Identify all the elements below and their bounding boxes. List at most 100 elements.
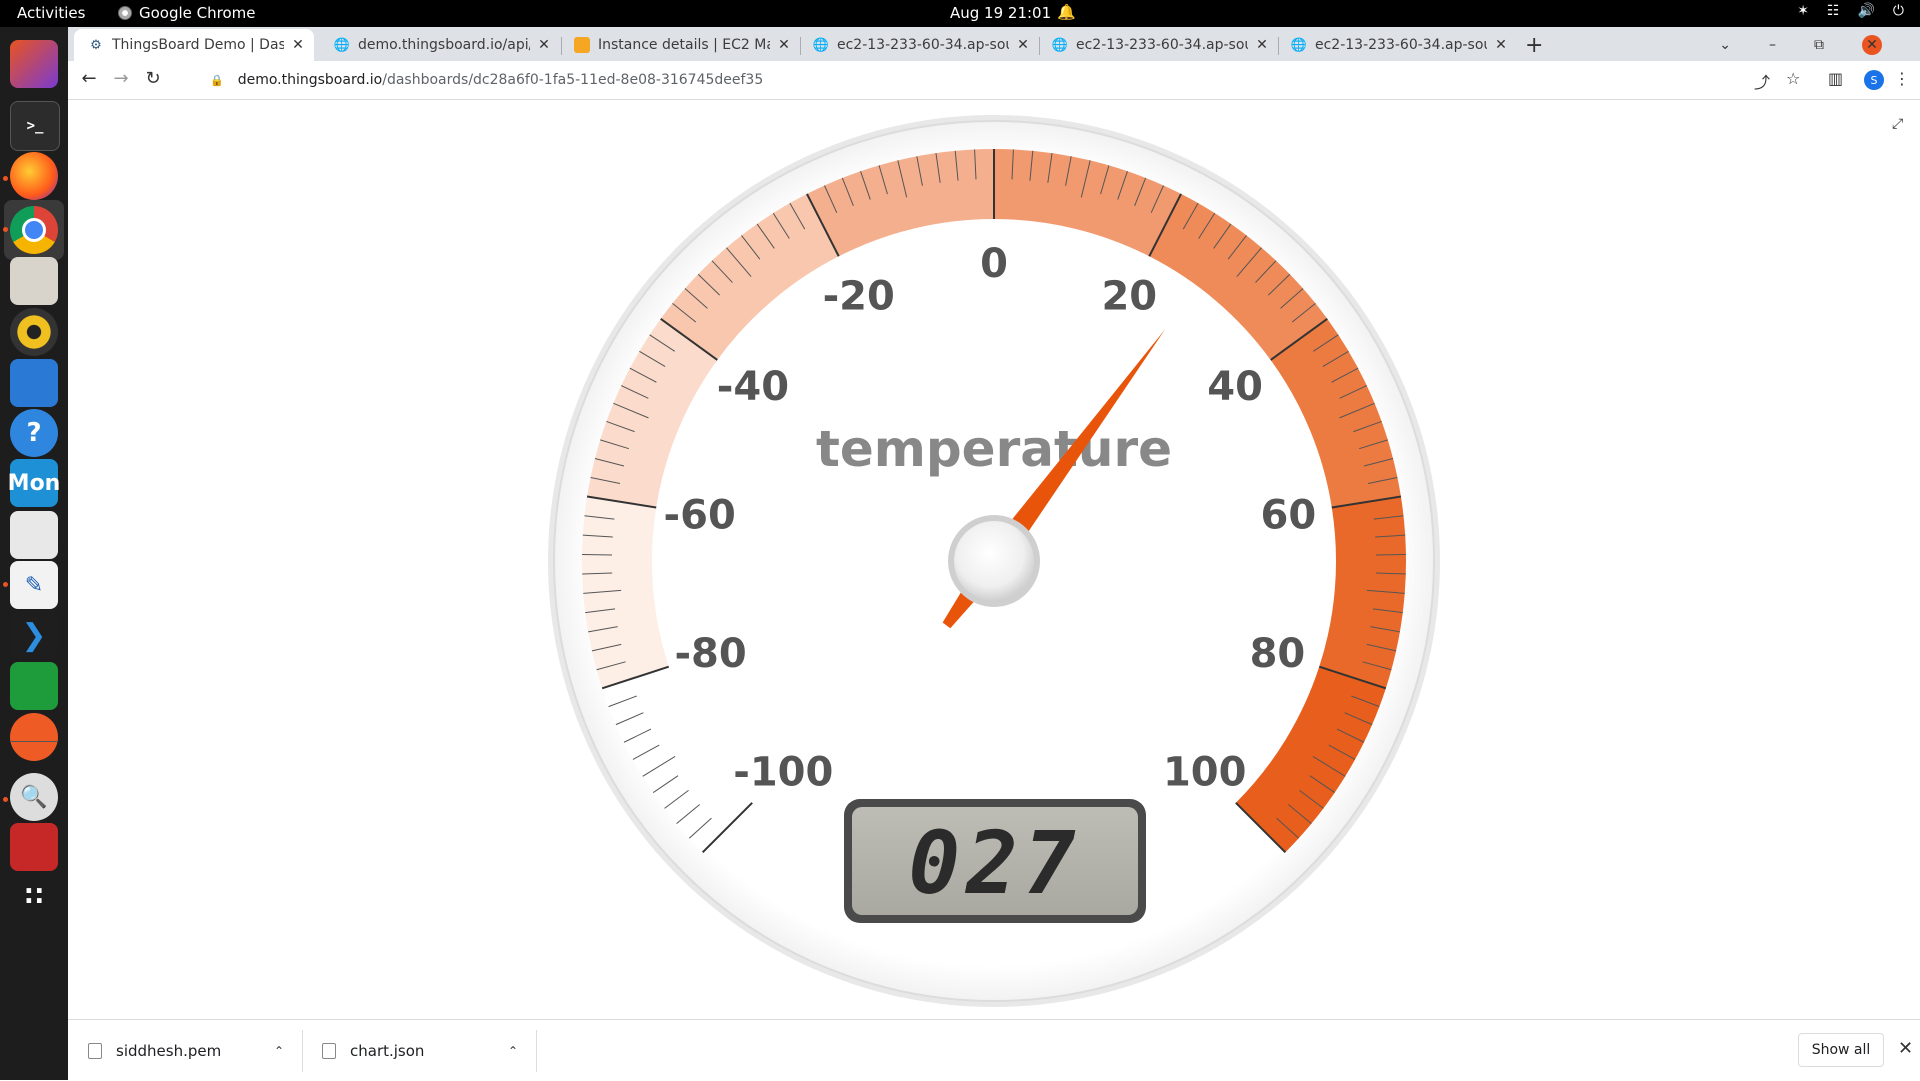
- writer-icon[interactable]: [10, 359, 58, 407]
- lock-icon: 🔒: [210, 74, 224, 87]
- firefox-icon[interactable]: [10, 152, 58, 200]
- chrome-menu-icon[interactable]: ⋮: [1894, 69, 1910, 88]
- new-tab-button[interactable]: +: [1525, 33, 1543, 58]
- download-filename: chart.json: [350, 1042, 424, 1060]
- download-item-pem[interactable]: siddhesh.pem ⌃: [88, 1020, 298, 1081]
- download-separator: [536, 1030, 537, 1072]
- clock[interactable]: Aug 19 21:01: [950, 4, 1051, 22]
- lcd-value: 027: [908, 814, 1081, 914]
- rhythmbox-icon[interactable]: [10, 308, 58, 356]
- tab-close-icon[interactable]: ✕: [776, 37, 792, 53]
- app-menu[interactable]: Google Chrome: [118, 4, 256, 22]
- text-editor-icon[interactable]: ✎: [10, 561, 58, 609]
- tab-ec2-instance[interactable]: Instance details | EC2 Management ✕: [560, 29, 800, 61]
- power-icon: ⏻: [1893, 3, 1904, 19]
- needle-hub: [954, 521, 1034, 601]
- reload-icon[interactable]: ↻: [141, 68, 165, 89]
- tab-api[interactable]: 🌐 demo.thingsboard.io/api/ ✕: [320, 29, 560, 61]
- thingsboard-favicon-icon: ⚙: [88, 37, 104, 53]
- aws-icon: [574, 37, 590, 53]
- terminal-icon[interactable]: >_: [10, 101, 60, 151]
- download-filename: siddhesh.pem: [116, 1042, 221, 1060]
- magnifier-icon[interactable]: 🔍: [10, 773, 58, 821]
- tab-strip: ⚙ ThingsBoard Demo | Dashboards ✕ 🌐 demo…: [68, 27, 1920, 61]
- running-indicator: [3, 797, 8, 802]
- close-downloads-icon[interactable]: ✕: [1898, 1038, 1913, 1059]
- tab-title: Instance details | EC2 Management: [598, 37, 770, 53]
- tab-ec2-host-2[interactable]: 🌐 ec2-13-233-60-34.ap-south-1 ✕: [1038, 29, 1278, 61]
- chevron-up-icon[interactable]: ⌃: [508, 1044, 518, 1058]
- minimize-icon[interactable]: –: [1769, 37, 1776, 53]
- tab-close-icon[interactable]: ✕: [1254, 37, 1270, 53]
- file-icon: [322, 1043, 336, 1059]
- tab-title: ec2-13-233-60-34.ap-south-1: [837, 37, 1009, 53]
- forward-icon[interactable]: →: [109, 68, 133, 89]
- tab-thingsboard[interactable]: ⚙ ThingsBoard Demo | Dashboards ✕: [74, 29, 314, 61]
- tab-ec2-host-3[interactable]: 🌐 ec2-13-233-60-34.ap-south-1 ✕: [1277, 29, 1517, 61]
- vscode-icon[interactable]: ❯: [10, 611, 58, 659]
- back-icon[interactable]: ←: [77, 68, 101, 89]
- help-icon[interactable]: ?: [10, 409, 58, 457]
- share-icon[interactable]: ⤴: [1754, 69, 1770, 93]
- tick-label: -80: [674, 631, 746, 677]
- globe-icon: 🌐: [1291, 37, 1307, 53]
- chrome-dock-icon[interactable]: [10, 206, 58, 254]
- window-controls: ⌄ – ⧉ ✕: [1719, 33, 1920, 57]
- browser-toolbar: ← → ↻ 🔒 demo.thingsboard.io/dashboards/d…: [68, 61, 1920, 100]
- tab-close-icon[interactable]: ✕: [1493, 37, 1509, 53]
- globe-icon: 🌐: [1052, 37, 1068, 53]
- tab-search-icon[interactable]: ⌄: [1719, 37, 1731, 53]
- tick-label: 60: [1260, 492, 1316, 538]
- dock: >_ ? Mon ✎ ❯ 🔍 ∷: [0, 27, 68, 1080]
- tab-close-icon[interactable]: ✕: [1015, 37, 1031, 53]
- dashboard-content: ⤢ -100-80-60-40-20020406080100 temperatu…: [68, 100, 1920, 1019]
- download-separator: [302, 1030, 303, 1072]
- mon-app-icon[interactable]: Mon: [10, 459, 58, 507]
- bookmark-star-icon[interactable]: ☆: [1786, 69, 1800, 88]
- tick-label: -40: [717, 364, 789, 410]
- calc-icon[interactable]: [10, 662, 58, 710]
- running-indicator: [3, 176, 8, 181]
- tick-label: -60: [664, 492, 736, 538]
- window-close-icon[interactable]: ✕: [1862, 35, 1882, 55]
- show-all-button[interactable]: Show all: [1798, 1033, 1884, 1067]
- system-tray[interactable]: ✶ ☷ 🔊 ⏻: [1797, 3, 1904, 19]
- software-center-icon[interactable]: [10, 40, 58, 88]
- tab-close-icon[interactable]: ✕: [290, 37, 306, 53]
- chrome-icon: [118, 6, 132, 20]
- document-viewer-icon[interactable]: [10, 511, 58, 559]
- tab-title: ec2-13-233-60-34.ap-south-1: [1076, 37, 1248, 53]
- show-apps-icon[interactable]: ∷: [10, 873, 58, 921]
- address-bar[interactable]: 🔒 demo.thingsboard.io/dashboards/dc28a6f…: [210, 68, 763, 92]
- tick-label: -100: [733, 750, 833, 796]
- chevron-up-icon[interactable]: ⌃: [274, 1044, 284, 1058]
- running-indicator: [3, 227, 8, 232]
- gauge-title: temperature: [816, 420, 1172, 478]
- running-indicator: [3, 582, 8, 587]
- dock-separator: [10, 741, 58, 742]
- postman-icon[interactable]: [10, 713, 58, 761]
- lcd-display: 027: [844, 799, 1146, 923]
- app-name: Google Chrome: [139, 4, 256, 22]
- tab-title: ThingsBoard Demo | Dashboards: [112, 37, 284, 53]
- volume-icon: 🔊: [1857, 3, 1874, 19]
- filezilla-icon[interactable]: [10, 823, 58, 871]
- tab-close-icon[interactable]: ✕: [536, 37, 552, 53]
- download-item-json[interactable]: chart.json ⌃: [322, 1020, 532, 1081]
- tick-label: 100: [1163, 750, 1247, 796]
- tick-label: 80: [1250, 631, 1306, 677]
- side-panel-icon[interactable]: ▥: [1828, 69, 1843, 88]
- tab-ec2-host-1[interactable]: 🌐 ec2-13-233-60-34.ap-south-1 ✕: [799, 29, 1039, 61]
- tab-title: demo.thingsboard.io/api/: [358, 37, 530, 53]
- activities-button[interactable]: Activities: [17, 4, 85, 22]
- files-icon[interactable]: [10, 257, 58, 305]
- profile-avatar[interactable]: S: [1864, 70, 1884, 90]
- globe-icon: 🌐: [813, 37, 829, 53]
- file-icon: [88, 1043, 102, 1059]
- maximize-icon[interactable]: ⧉: [1814, 37, 1824, 53]
- tab-title: ec2-13-233-60-34.ap-south-1: [1315, 37, 1487, 53]
- bluetooth-icon: ✶: [1797, 3, 1809, 19]
- tick-label: 0: [980, 241, 1008, 287]
- url-host: demo.thingsboard.io: [238, 72, 383, 88]
- system-top-bar: Activities Google Chrome Aug 19 21:01 🔔 …: [0, 0, 1920, 27]
